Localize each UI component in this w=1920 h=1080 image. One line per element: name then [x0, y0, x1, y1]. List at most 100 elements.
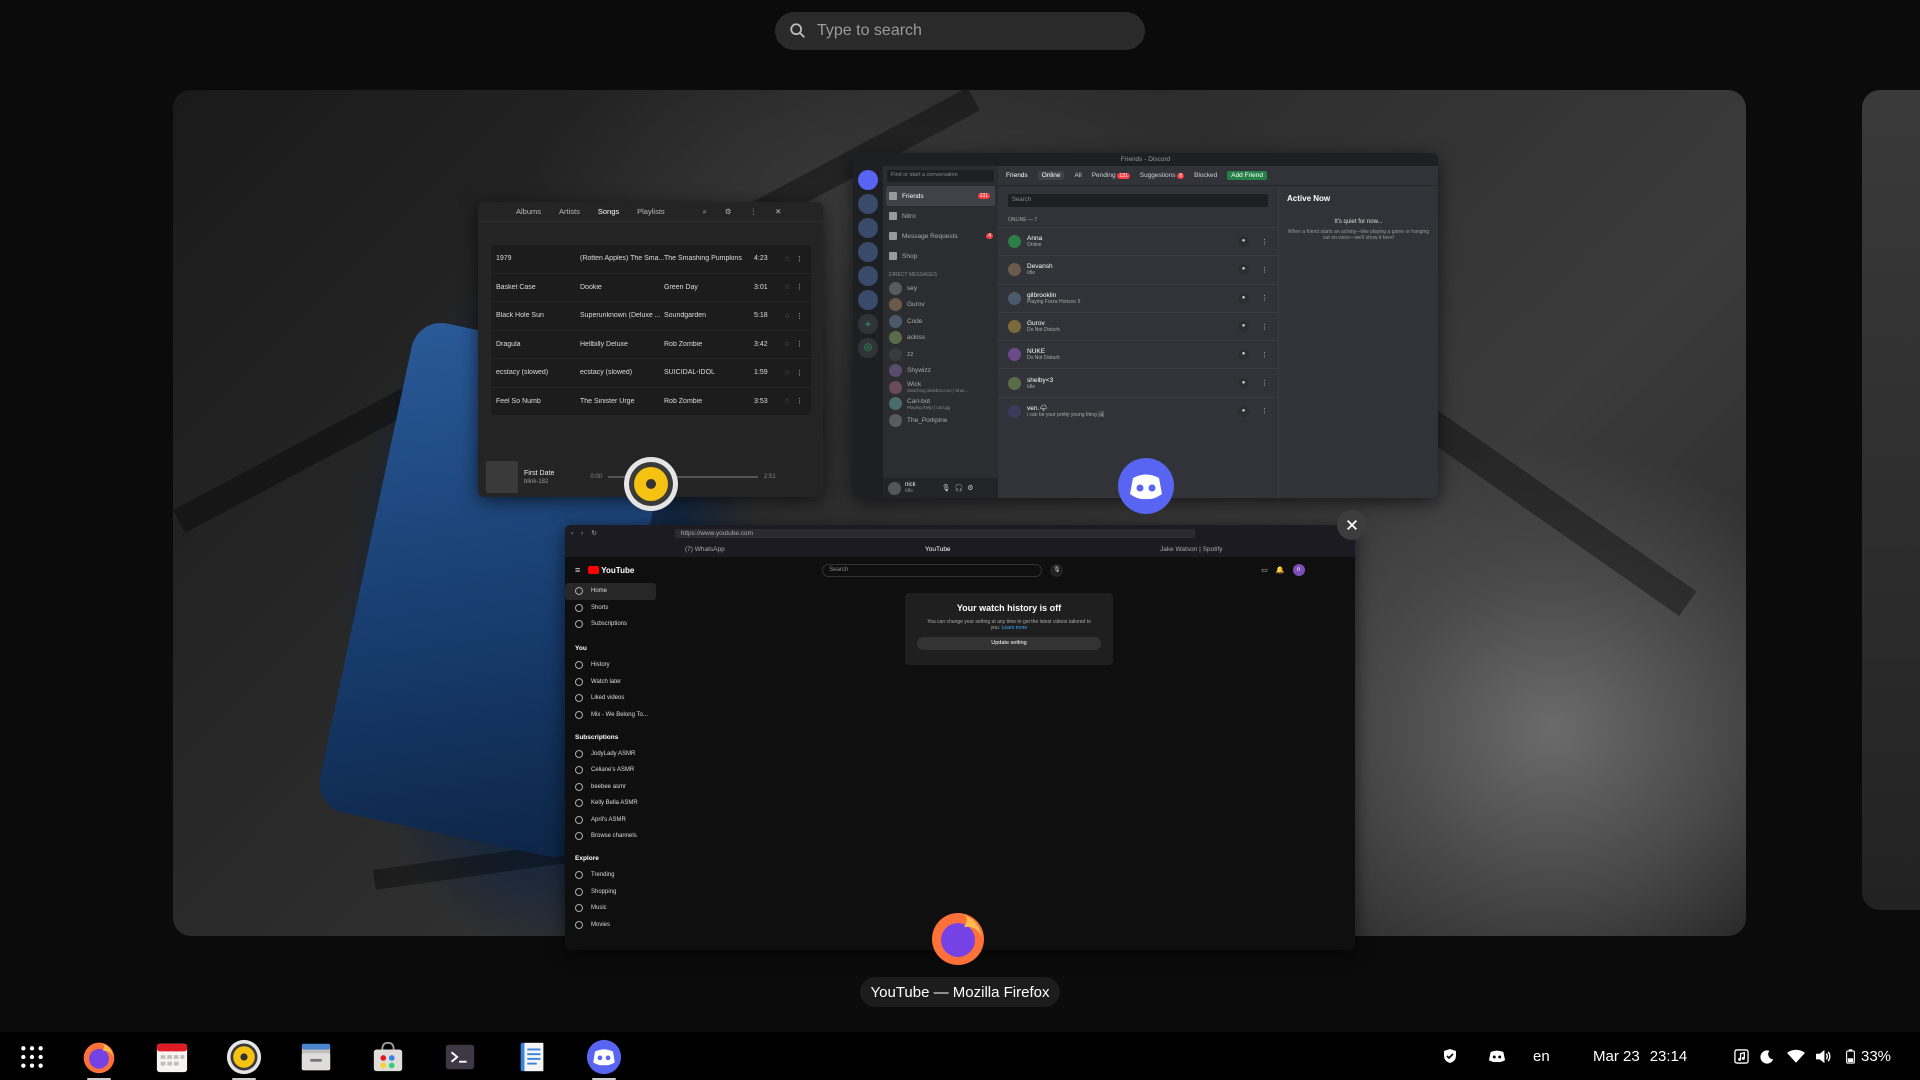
menu-icon[interactable]: ⋮: [796, 283, 804, 291]
friend-row[interactable]: NUKE Do Not Disturb ● ⋮: [998, 340, 1278, 368]
settings-icon[interactable]: ⚙: [725, 207, 732, 216]
create-icon[interactable]: ▭: [1261, 566, 1268, 574]
files-launcher[interactable]: [296, 1037, 336, 1077]
song-row[interactable]: ecstacy (slowed) ecstacy (slowed) SUICIDAL…: [491, 359, 811, 388]
friend-row[interactable]: Gurov Do Not Disturb ● ⋮: [998, 311, 1278, 340]
tab-artists[interactable]: Artists: [559, 207, 580, 216]
discord-launcher[interactable]: [584, 1037, 624, 1080]
youtube-search-input[interactable]: Search: [822, 563, 1043, 577]
message-icon[interactable]: ●: [1238, 321, 1249, 333]
server-icon[interactable]: [858, 218, 878, 238]
menu-icon[interactable]: ⋮: [796, 397, 804, 405]
wifi-icon[interactable]: [1787, 1032, 1805, 1080]
message-icon[interactable]: ●: [1238, 264, 1249, 276]
server-icon[interactable]: [858, 266, 878, 286]
tab-pending[interactable]: Pending 131: [1092, 172, 1130, 179]
reload-icon[interactable]: ↻: [591, 529, 596, 537]
star-icon[interactable]: ☆: [784, 397, 796, 405]
sidebar-item[interactable]: Movies: [565, 917, 660, 934]
tab-blocked[interactable]: Blocked: [1194, 172, 1217, 179]
friend-row[interactable]: gilbrooklin Playing Forza Horizon 5 ● ⋮: [998, 283, 1278, 312]
nav-item-message-requests[interactable]: Message Requests 4: [883, 226, 998, 246]
sidebar-item[interactable]: Shopping: [565, 884, 660, 901]
update-setting-button[interactable]: Update setting: [917, 637, 1101, 650]
star-icon[interactable]: ☆: [784, 312, 796, 320]
bell-icon[interactable]: 🔔: [1276, 566, 1285, 574]
forward-icon[interactable]: ›: [581, 530, 583, 537]
tab-online[interactable]: Online: [1037, 171, 1065, 180]
settings-icon[interactable]: ⚙: [967, 484, 973, 492]
subscription-item[interactable]: Celiane's ASMR: [565, 762, 660, 779]
tab-whatsapp[interactable]: (7) WhatsApp: [685, 546, 925, 553]
add-server-icon[interactable]: +: [858, 314, 878, 334]
more-icon[interactable]: ⋮: [1259, 407, 1270, 415]
dm-item[interactable]: Code: [883, 313, 998, 330]
next-workspace-preview[interactable]: [1862, 90, 1920, 910]
app-grid-icon[interactable]: [12, 1037, 52, 1077]
calendar-launcher[interactable]: [152, 1037, 192, 1077]
star-icon[interactable]: ☆: [784, 340, 796, 348]
more-icon[interactable]: ⋮: [1259, 323, 1270, 331]
find-conversation-input[interactable]: Find or start a conversation: [887, 170, 994, 182]
song-row[interactable]: 1979 (Rotten Apples) The Sma... The Smashi…: [491, 245, 811, 274]
message-icon[interactable]: ●: [1238, 349, 1249, 361]
music-player-window[interactable]: Albums Artists Songs Playlists ⌕ ⚙ ⋮ ✕ 1…: [478, 202, 823, 497]
subscription-item[interactable]: Kelly Bella ASMR: [565, 795, 660, 812]
message-icon[interactable]: ●: [1238, 377, 1249, 389]
explore-icon[interactable]: ◎: [858, 338, 878, 358]
menu-icon[interactable]: ⋮: [796, 255, 804, 263]
night-light-icon[interactable]: [1760, 1032, 1775, 1080]
more-icon[interactable]: ⋮: [1259, 379, 1270, 387]
song-row[interactable]: Black Hole Sun Superunknown (Deluxe ... So…: [491, 302, 811, 331]
star-icon[interactable]: ☆: [784, 283, 796, 291]
firefox-launcher[interactable]: [79, 1037, 119, 1080]
dm-item[interactable]: Shywizz: [883, 363, 998, 380]
text-editor-launcher[interactable]: [512, 1037, 552, 1077]
close-icon[interactable]: ✕: [775, 207, 781, 216]
add-friend-button[interactable]: Add Friend: [1227, 171, 1268, 180]
sidebar-item[interactable]: Trending: [565, 867, 660, 884]
avatar[interactable]: [888, 481, 901, 495]
back-icon[interactable]: ‹: [571, 530, 573, 537]
sidebar-item[interactable]: Shorts: [565, 600, 660, 617]
star-icon[interactable]: ☆: [784, 255, 796, 263]
search-input[interactable]: Type to search: [817, 22, 922, 40]
url-bar[interactable]: https://www.youtube.com: [674, 528, 1195, 538]
more-icon[interactable]: ⋮: [1259, 238, 1270, 246]
more-icon[interactable]: ⋮: [1259, 294, 1270, 302]
message-icon[interactable]: ●: [1238, 236, 1249, 248]
song-row[interactable]: Basket Case Dookie Green Day 3:01 ☆ ⋮: [491, 274, 811, 302]
mic-icon[interactable]: 🎙: [1050, 563, 1064, 577]
vpn-shield-icon[interactable]: [1442, 1032, 1458, 1080]
friend-row[interactable]: ven.🌩 i can be your pretty young thing 🖼 ●…: [998, 396, 1278, 425]
learn-more-link[interactable]: Learn more: [1002, 625, 1028, 631]
sidebar-item[interactable]: Watch later: [565, 674, 660, 691]
search-icon[interactable]: ⌕: [703, 207, 707, 217]
friends-search-input[interactable]: Search: [1008, 194, 1268, 207]
server-icon[interactable]: [858, 290, 878, 310]
tab-all[interactable]: All: [1074, 172, 1081, 179]
avatar[interactable]: n: [1292, 564, 1305, 576]
battery-indicator[interactable]: 33%: [1846, 1032, 1891, 1080]
sidebar-item[interactable]: Mix - We Belong To...: [565, 707, 660, 724]
sidebar-item[interactable]: Music: [565, 900, 660, 917]
menu-icon[interactable]: ⋮: [796, 312, 804, 320]
keyboard-layout-indicator[interactable]: en: [1533, 1032, 1550, 1080]
youtube-logo[interactable]: YouTube: [588, 566, 634, 575]
tab-songs[interactable]: Songs: [598, 207, 619, 216]
subscription-item[interactable]: April's ASMR: [565, 812, 660, 829]
hamburger-icon[interactable]: ≡: [575, 565, 580, 575]
terminal-launcher[interactable]: [440, 1037, 480, 1077]
tab-spotify[interactable]: Jake Watson | Spotify: [1160, 546, 1223, 553]
tab-suggestions[interactable]: Suggestions 8: [1140, 172, 1185, 179]
subscription-item[interactable]: JodyLady ASMR: [565, 746, 660, 763]
software-launcher[interactable]: [368, 1037, 408, 1077]
tab-youtube[interactable]: YouTube: [925, 546, 1160, 553]
nav-item-nitro[interactable]: Nitro: [883, 206, 998, 226]
music-note-icon[interactable]: [1734, 1032, 1749, 1080]
sidebar-item[interactable]: Home: [565, 583, 656, 600]
home-button[interactable]: [858, 170, 878, 190]
menu-icon[interactable]: ⋮: [750, 207, 758, 216]
friend-row[interactable]: shelby<3 Idle ● ⋮: [998, 368, 1278, 396]
close-window-button[interactable]: [1337, 510, 1367, 540]
